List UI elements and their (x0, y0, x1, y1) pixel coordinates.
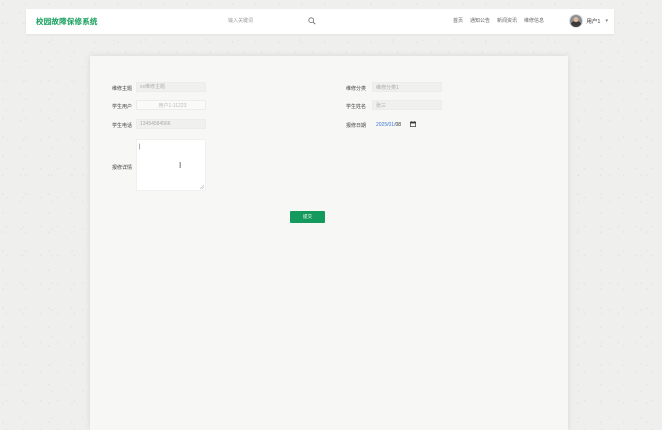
user-name[interactable]: 用户1 (586, 17, 600, 25)
student-user-field[interactable] (136, 100, 206, 110)
detail-label: 报修详情 (112, 165, 133, 171)
resize-grip-icon[interactable] (199, 184, 204, 189)
calendar-icon[interactable] (410, 121, 416, 127)
student-name-field[interactable] (372, 100, 442, 110)
brand-title[interactable]: 校园故障保修系统 (36, 16, 98, 27)
category-field[interactable] (372, 82, 442, 92)
student-phone-field[interactable] (136, 119, 206, 129)
date-day: 08 (395, 122, 402, 128)
ibeam-cursor-icon: I (179, 161, 182, 170)
date-label: 报修日期 (346, 123, 367, 129)
top-navbar: 校园故障保修系统 首页 通知公告 新闻资讯 维修信息 用户1 ▾ (26, 9, 614, 34)
student-user-label: 学生用户 (112, 104, 133, 110)
repair-form-card: 维修主题 学生用户 学生电话 报修详情 | I 维修分类 学生姓名 报修日期 2… (90, 56, 568, 430)
student-phone-label: 学生电话 (112, 123, 133, 129)
search-bar (226, 15, 318, 27)
text-cursor: | (139, 144, 141, 150)
nav-item-news[interactable]: 新闻资讯 (497, 17, 517, 24)
date-field[interactable]: 2025/01/08 (376, 122, 401, 128)
avatar[interactable] (569, 14, 584, 28)
submit-button[interactable]: 提交 (290, 211, 325, 223)
title-label: 维修主题 (112, 86, 133, 92)
date-prefix: 2025/01/ (376, 122, 396, 128)
nav-item-notices[interactable]: 通知公告 (470, 17, 490, 24)
detail-textarea[interactable]: | I (136, 139, 206, 191)
student-name-label: 学生姓名 (346, 104, 367, 110)
search-input[interactable] (226, 15, 302, 27)
user-menu[interactable]: 用户1 ▾ (569, 14, 608, 28)
nav-item-repair-info[interactable]: 维修信息 (524, 17, 544, 24)
title-input[interactable] (136, 82, 206, 92)
search-icon[interactable] (308, 17, 316, 25)
nav-item-home[interactable]: 首页 (453, 17, 463, 24)
main-nav: 首页 通知公告 新闻资讯 维修信息 (453, 17, 544, 24)
category-label: 维修分类 (346, 86, 367, 92)
chevron-down-icon[interactable]: ▾ (605, 18, 608, 24)
